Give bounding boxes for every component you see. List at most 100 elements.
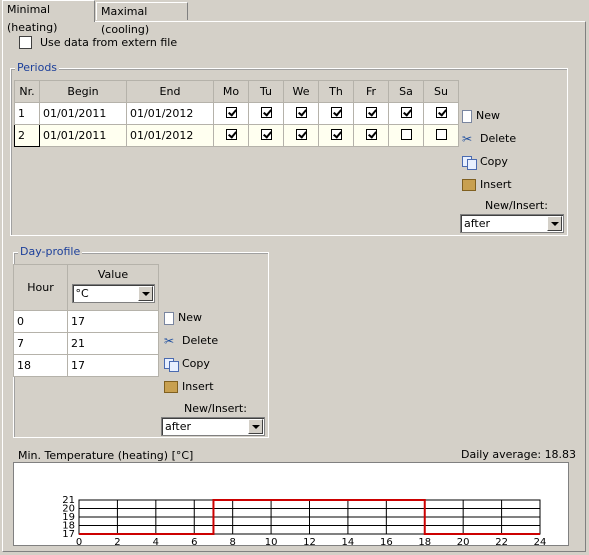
x-tick-label: 0 (76, 537, 82, 545)
day-profile-copy-button[interactable]: Copy (164, 354, 210, 374)
day-profile-new-button[interactable]: New (164, 308, 202, 328)
day-checkbox[interactable] (225, 106, 237, 118)
day-checkbox[interactable] (400, 106, 412, 118)
day-checkbox[interactable] (365, 106, 377, 118)
day-checkbox[interactable] (400, 128, 412, 140)
periods-table: Nr. Begin End Mo Tu We Th Fr Sa Su 1 01/… (14, 80, 459, 147)
day-checkbox[interactable] (435, 106, 447, 118)
value-cell[interactable]: 17 (67, 354, 159, 377)
scissors-icon: ✂ (164, 334, 175, 348)
new-document-icon (164, 311, 174, 325)
chart-title: Min. Temperature (heating) [°C] (18, 449, 194, 462)
tab-maximal-cooling[interactable]: Maximal (cooling) (96, 2, 188, 36)
day-checkbox[interactable] (295, 106, 307, 118)
day-profile-delete-button[interactable]: ✂ Delete (164, 331, 218, 351)
x-tick-label: 12 (303, 537, 316, 545)
tab-minimal-heating[interactable]: Minimal (heating) (2, 0, 95, 34)
unit-value: °C (75, 287, 89, 300)
day-checkbox[interactable] (260, 128, 272, 140)
x-tick-label: 16 (380, 537, 393, 545)
scissors-icon: ✂ (462, 132, 473, 146)
day-checkbox[interactable] (295, 128, 307, 140)
day-profile-header-row: Hour Value °C (13, 264, 159, 311)
day-profile-new-insert-value: after (165, 420, 192, 433)
day-profile-delete-label: Delete (182, 334, 219, 347)
daily-average: Daily average: 18.83 (461, 448, 577, 461)
periods-new-button[interactable]: New (462, 106, 500, 126)
periods-new-insert-label: New/Insert: (485, 199, 548, 212)
day-profile-new-insert-select[interactable]: after (161, 417, 265, 436)
col-fr-header: Fr (353, 80, 389, 103)
periods-delete-label: Delete (480, 132, 517, 145)
x-tick-label: 8 (229, 537, 235, 545)
extern-file-checkbox[interactable] (19, 36, 32, 49)
x-tick-label: 10 (265, 537, 278, 545)
value-cell[interactable]: 21 (67, 332, 159, 355)
col-th-header: Th (318, 80, 354, 103)
col-we-header: We (283, 80, 319, 103)
day-checkbox[interactable] (435, 128, 447, 140)
hour-cell[interactable]: 7 (13, 332, 68, 355)
table-row[interactable]: 1 01/01/2011 01/01/2012 (14, 102, 459, 125)
x-tick-label: 22 (495, 537, 508, 545)
table-row-selected[interactable]: 2 01/01/2011 01/01/2012 (14, 124, 459, 147)
table-row[interactable]: 0 17 (13, 310, 159, 333)
x-tick-label: 20 (457, 537, 470, 545)
table-row[interactable]: 18 17 (13, 354, 159, 377)
chevron-down-icon[interactable] (248, 419, 263, 434)
paste-icon (462, 179, 476, 191)
periods-copy-label: Copy (480, 155, 508, 168)
day-checkbox[interactable] (330, 128, 342, 140)
x-tick-label: 14 (342, 537, 355, 545)
day-profile-copy-label: Copy (182, 357, 210, 370)
day-checkbox[interactable] (330, 106, 342, 118)
col-sa-header: Sa (388, 80, 424, 103)
period-end[interactable]: 01/01/2012 (126, 102, 214, 125)
periods-header-row: Nr. Begin End Mo Tu We Th Fr Sa Su (14, 80, 459, 103)
value-cell[interactable]: 17 (67, 310, 159, 333)
x-tick-label: 18 (418, 537, 431, 545)
hour-header: Hour (13, 264, 68, 311)
period-begin[interactable]: 01/01/2011 (39, 124, 127, 147)
period-nr: 2 (14, 124, 40, 147)
periods-new-label: New (476, 109, 500, 122)
unit-select[interactable]: °C (71, 284, 155, 303)
x-tick-label: 2 (114, 537, 120, 545)
day-profile-insert-button[interactable]: Insert (164, 377, 214, 397)
periods-insert-button[interactable]: Insert (462, 175, 512, 195)
periods-new-insert-select[interactable]: after (460, 214, 564, 233)
col-tu-header: Tu (248, 80, 284, 103)
periods-delete-button[interactable]: ✂ Delete (462, 129, 516, 149)
day-checkbox[interactable] (260, 106, 272, 118)
value-header: Value °C (67, 264, 159, 311)
value-header-label: Value (97, 268, 129, 281)
new-document-icon (462, 109, 472, 123)
day-profile-table: Hour Value °C 0 17 7 21 18 17 (13, 264, 159, 377)
day-profile-title: Day-profile (18, 245, 83, 258)
hour-cell[interactable]: 0 (13, 310, 68, 333)
chevron-down-icon[interactable] (547, 216, 562, 231)
period-end[interactable]: 01/01/2012 (126, 124, 214, 147)
x-tick-label: 4 (153, 537, 159, 545)
day-profile-new-label: New (178, 311, 202, 324)
table-row[interactable]: 7 21 (13, 332, 159, 355)
periods-group: Periods Nr. Begin End Mo Tu We Th Fr Sa … (10, 61, 568, 236)
x-tick-label: 24 (534, 537, 547, 545)
copy-icon (164, 358, 179, 372)
x-tick-label: 6 (191, 537, 197, 545)
extern-file-option[interactable]: Use data from extern file (19, 36, 177, 49)
paste-icon (164, 381, 178, 393)
period-begin[interactable]: 01/01/2011 (39, 102, 127, 125)
col-su-header: Su (423, 80, 459, 103)
day-profile-new-insert-label: New/Insert: (184, 402, 247, 415)
periods-title: Periods (15, 61, 60, 74)
day-profile-insert-label: Insert (182, 380, 214, 393)
hour-cell[interactable]: 18 (13, 354, 68, 377)
day-checkbox[interactable] (225, 128, 237, 140)
temperature-chart: 0246810121416182022241718192021Time [h] (62, 495, 547, 555)
periods-insert-label: Insert (480, 178, 512, 191)
col-nr-header: Nr. (14, 80, 40, 103)
chevron-down-icon[interactable] (137, 286, 153, 301)
periods-copy-button[interactable]: Copy (462, 152, 508, 172)
day-checkbox[interactable] (365, 128, 377, 140)
